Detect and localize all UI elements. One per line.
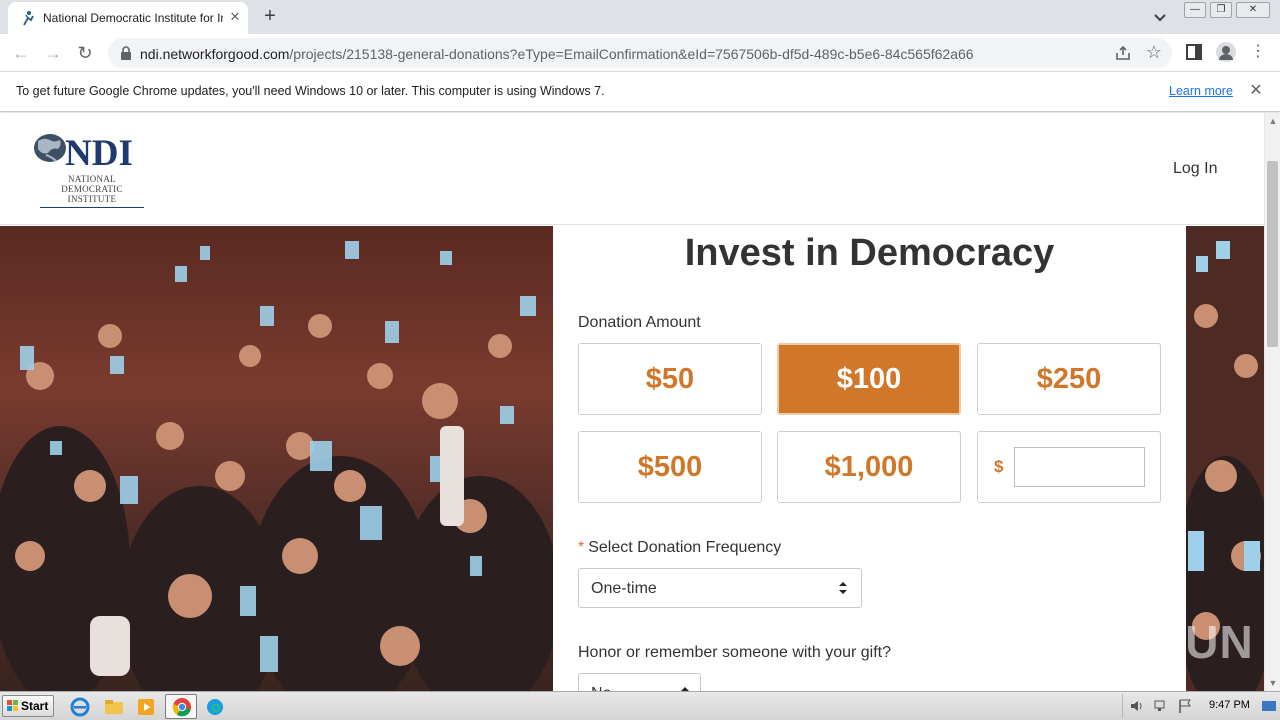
update-infobar: To get future Google Chrome updates, you…	[0, 72, 1280, 112]
custom-amount-input[interactable]	[1014, 447, 1145, 487]
ndi-logo-mark-icon: NDI	[34, 133, 133, 171]
ndi-favicon-icon	[23, 11, 34, 26]
required-asterisk: *	[578, 539, 585, 556]
lock-icon[interactable]	[120, 46, 132, 60]
select-arrows-icon	[839, 582, 847, 594]
chrome-menu-icon[interactable]: ⋮	[1250, 42, 1266, 62]
chrome-icon	[172, 698, 191, 717]
custom-amount-box[interactable]: $	[977, 431, 1161, 503]
action-center-flag-icon[interactable]	[1177, 698, 1193, 714]
scroll-down-icon[interactable]: ▼	[1265, 675, 1280, 691]
site-header: NDI NATIONAL DEMOCRATIC INSTITUTE Log In	[0, 113, 1264, 225]
frequency-label-text: Select Donation Frequency	[588, 539, 782, 556]
start-button[interactable]: Start	[2, 695, 54, 717]
bookmark-star-icon[interactable]: ☆	[1144, 42, 1164, 62]
new-tab-button[interactable]: +	[258, 5, 282, 29]
amount-250-button[interactable]: $250	[977, 343, 1161, 415]
tab-search-chevron-icon[interactable]	[1150, 8, 1170, 26]
anyrun-watermark: ANY RUN	[1038, 603, 1253, 673]
url-host: ndi.networkforgood.com	[140, 46, 290, 62]
profile-avatar-icon[interactable]	[1216, 42, 1236, 62]
amount-100-button[interactable]: $100	[777, 343, 961, 415]
logo-subtitle-line: NATIONAL	[68, 174, 116, 184]
reload-button[interactable]: ↻	[72, 40, 98, 66]
close-window-button[interactable]: ✕	[1236, 2, 1270, 18]
amount-1000-button[interactable]: $1,000	[777, 431, 961, 503]
honor-select[interactable]: No	[578, 673, 701, 691]
logo-mark-text: NDI	[65, 133, 133, 171]
file-explorer-icon[interactable]	[102, 696, 126, 718]
chrome-taskbar-button[interactable]	[165, 694, 197, 719]
scroll-thumb[interactable]	[1267, 161, 1278, 347]
windows-logo-icon	[7, 700, 18, 711]
url-text[interactable]: ndi.networkforgood.com/projects/215138-g…	[140, 46, 974, 62]
restore-button[interactable]: ❐	[1210, 2, 1232, 18]
browser-tab[interactable]: National Democratic Institute for Int ✕	[8, 2, 248, 34]
address-bar[interactable]: ndi.networkforgood.com/projects/215138-g…	[108, 38, 1172, 68]
volume-icon[interactable]	[1129, 699, 1145, 713]
tab-strip: National Democratic Institute for Int ✕ …	[0, 0, 1280, 34]
logo-subtitle-line: DEMOCRATIC	[61, 184, 123, 194]
currency-symbol: $	[994, 457, 1004, 476]
taskbar-clock[interactable]: 9:47 PM	[1209, 699, 1250, 711]
watermark-text: ANY RUN	[1038, 616, 1254, 668]
frequency-selected-value: One-time	[591, 580, 657, 597]
form-title: Invest in Democracy	[684, 232, 1055, 274]
windows-taskbar: Start 9:47 PM	[0, 691, 1280, 720]
system-tray: 9:47 PM	[1122, 694, 1278, 718]
amount-50-button[interactable]: $50	[578, 343, 762, 415]
infobar-message: To get future Google Chrome updates, you…	[16, 84, 605, 98]
minimize-button[interactable]: —	[1184, 2, 1206, 18]
logo-subtitle-line: INSTITUTE	[67, 194, 117, 204]
back-button[interactable]: ←	[8, 40, 34, 66]
honor-label: Honor or remember someone with your gift…	[578, 644, 892, 661]
page-scrollbar[interactable]: ▲ ▼	[1264, 113, 1280, 691]
url-path: /projects/215138-general-donations?eType…	[289, 46, 974, 62]
browser-toolbar: ← → ↻ ndi.networkforgood.com/projects/21…	[0, 34, 1280, 72]
scroll-up-icon[interactable]: ▲	[1265, 113, 1280, 129]
side-panel-icon[interactable]	[1186, 44, 1202, 60]
show-desktop-icon[interactable]	[1261, 698, 1277, 714]
media-player-icon[interactable]	[134, 696, 158, 718]
learn-more-link[interactable]: Learn more	[1169, 84, 1233, 98]
tab-title: National Democratic Institute for Int	[43, 11, 223, 25]
network-icon[interactable]	[1153, 699, 1169, 713]
logo-subtitle: NATIONAL DEMOCRATIC INSTITUTE	[34, 174, 150, 204]
crowd-photo	[0, 226, 553, 691]
donation-amount-label: Donation Amount	[578, 314, 701, 331]
frequency-label: * Select Donation Frequency	[578, 539, 781, 557]
forward-button[interactable]: →	[40, 40, 66, 66]
start-label: Start	[21, 699, 49, 713]
login-link[interactable]: Log In	[1173, 160, 1217, 178]
amount-500-button[interactable]: $500	[578, 431, 762, 503]
frequency-select[interactable]: One-time	[578, 568, 862, 608]
ndi-logo[interactable]: NDI NATIONAL DEMOCRATIC INSTITUTE	[32, 131, 150, 211]
share-icon[interactable]	[1114, 44, 1132, 62]
edge-icon[interactable]	[203, 696, 227, 718]
tab-close-icon[interactable]: ✕	[226, 8, 244, 26]
logo-divider	[40, 207, 144, 208]
select-arrows-icon	[681, 687, 689, 691]
infobar-close-icon[interactable]: ✕	[1246, 81, 1266, 101]
internet-explorer-icon[interactable]	[68, 696, 92, 718]
